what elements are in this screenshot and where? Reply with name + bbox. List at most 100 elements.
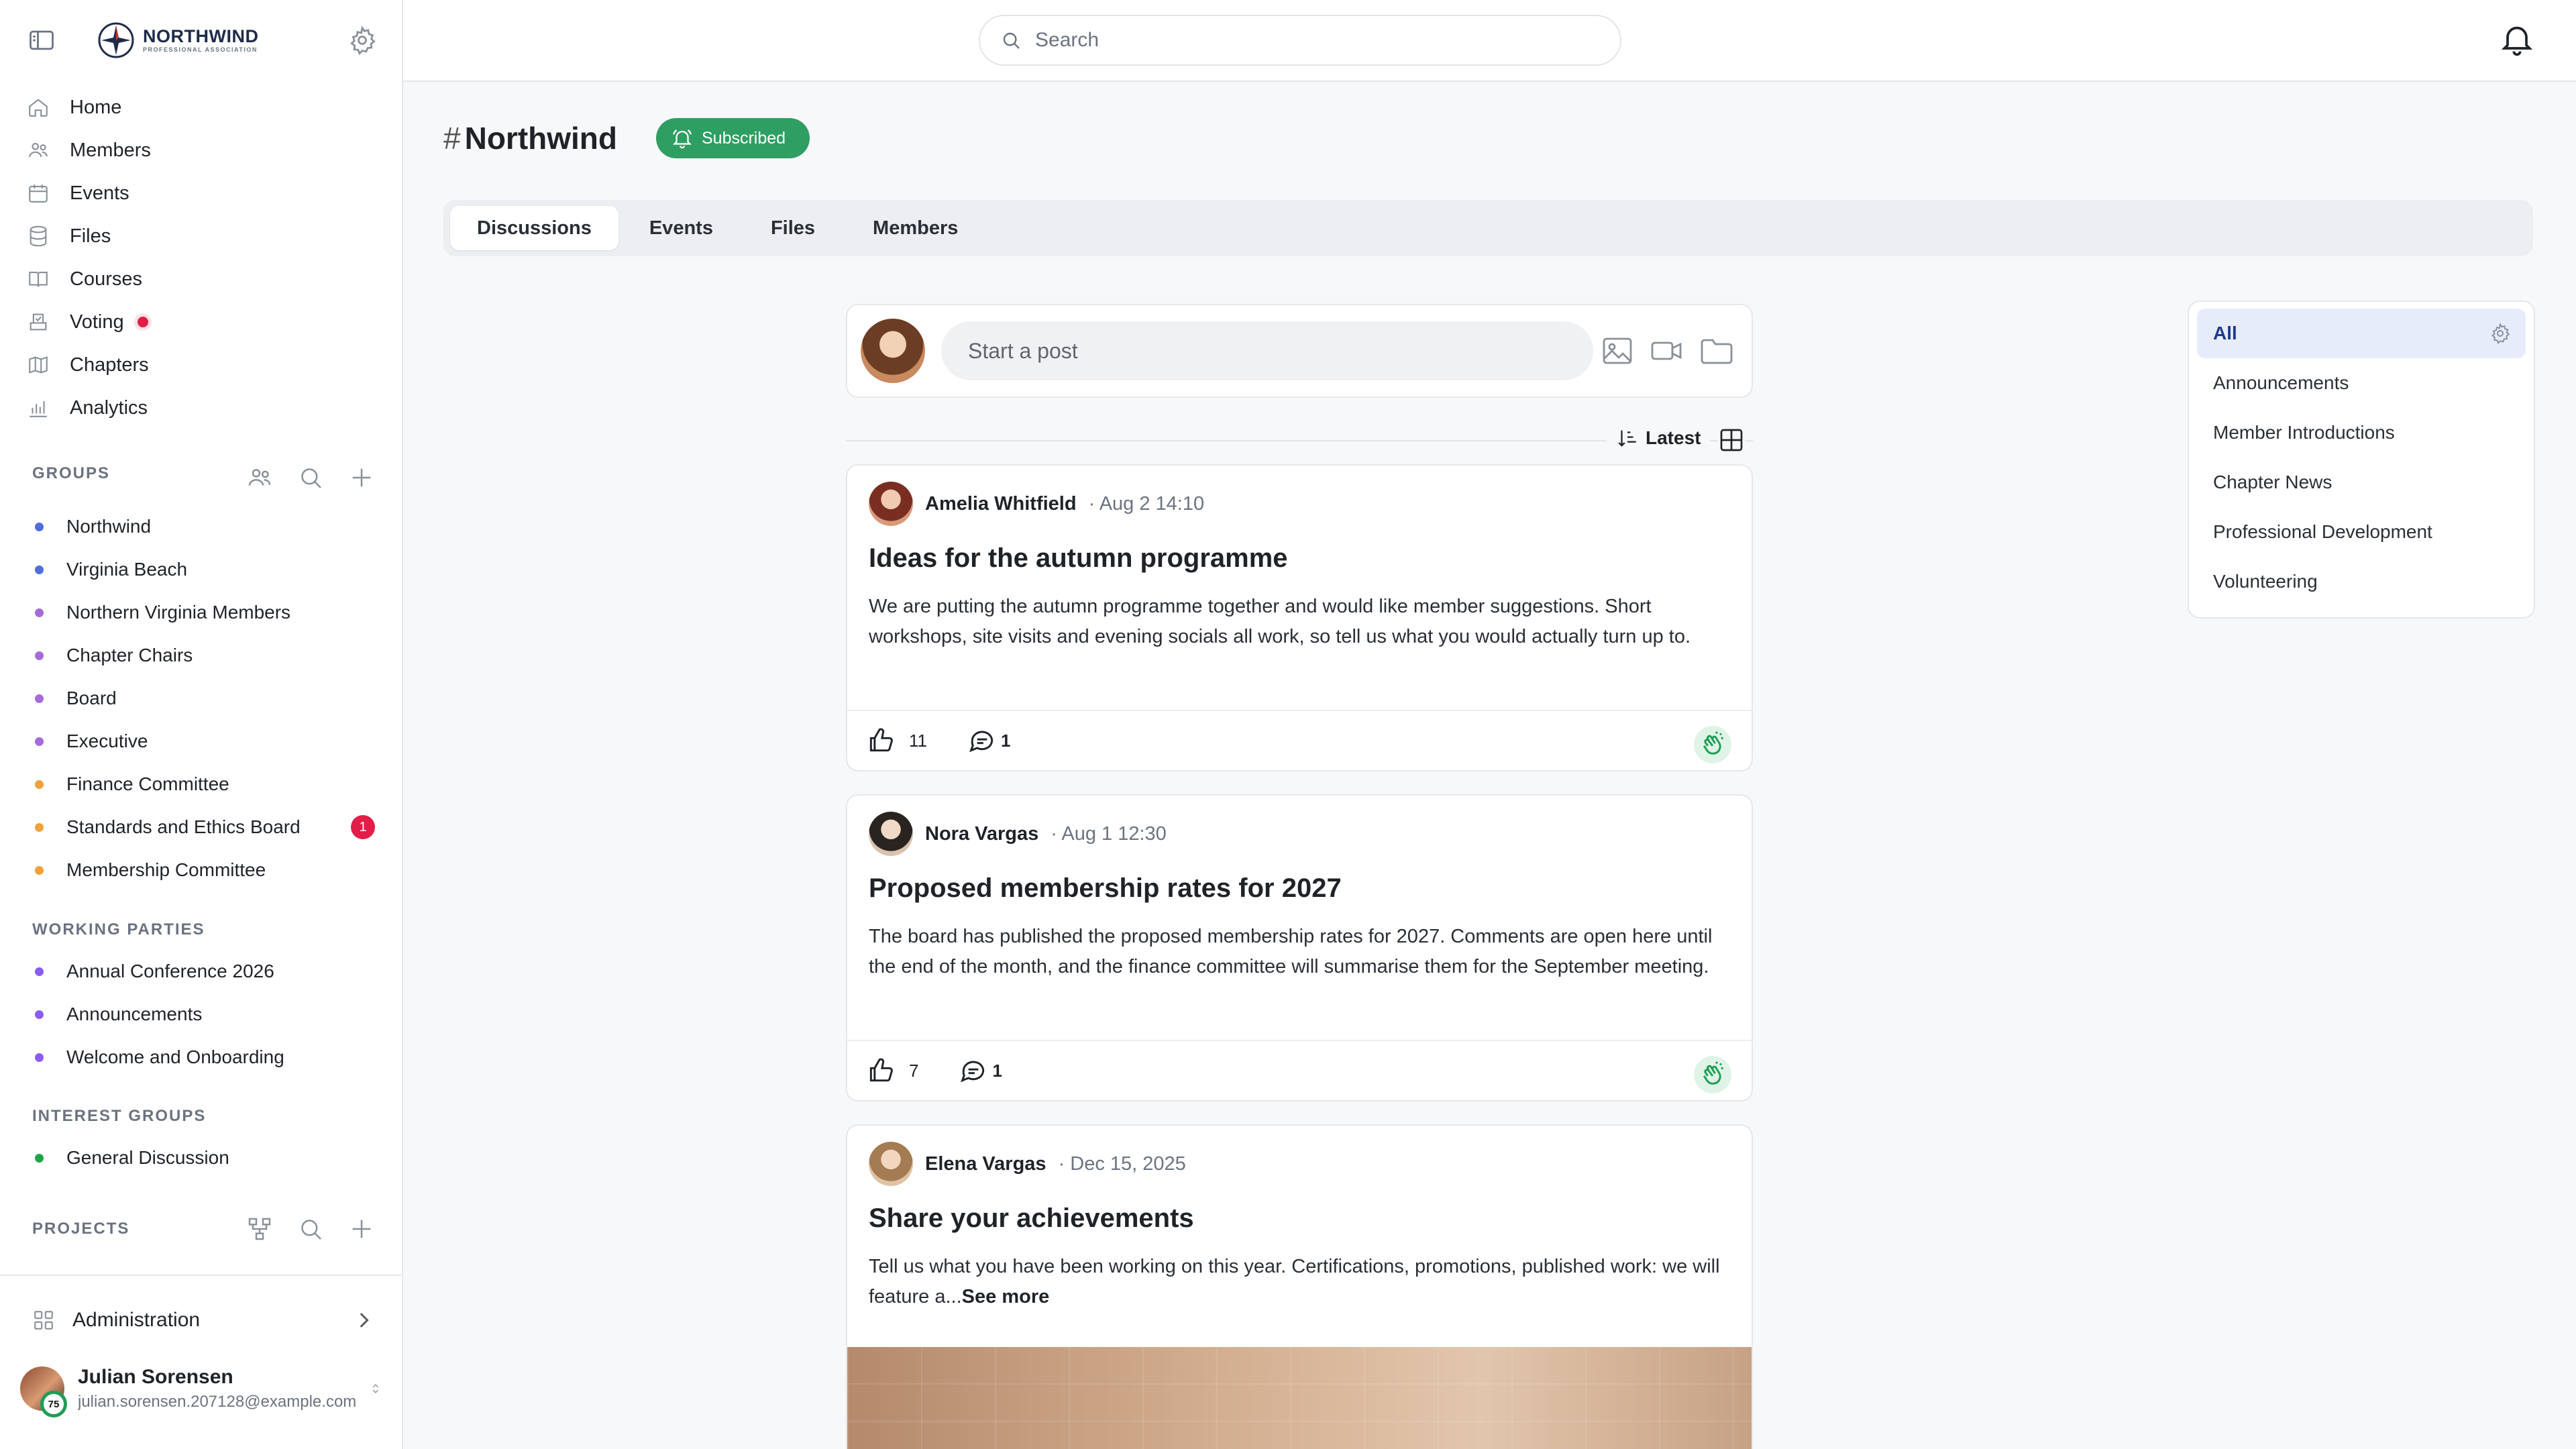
- plus-icon[interactable]: [348, 464, 375, 491]
- nav-item-voting[interactable]: Voting: [27, 301, 375, 343]
- category-all[interactable]: All: [2197, 309, 2526, 358]
- administration-link[interactable]: Administration: [32, 1300, 375, 1340]
- nav-item-home[interactable]: Home: [27, 86, 375, 129]
- group-item[interactable]: General Discussion: [35, 1136, 375, 1179]
- nav-item-courses[interactable]: Courses: [27, 258, 375, 301]
- post-body: Tell us what you have been working on th…: [869, 1256, 1720, 1307]
- see-more-link[interactable]: See more: [962, 1286, 1050, 1307]
- user-account-switcher[interactable]: 75 Julian Sorensen julian.sorensen.20712…: [20, 1362, 382, 1417]
- group-item[interactable]: Announcements: [35, 993, 375, 1036]
- clap-reaction-button[interactable]: [1694, 1056, 1731, 1093]
- comment-icon[interactable]: [959, 1056, 988, 1085]
- thumbs-up-icon[interactable]: [866, 726, 896, 755]
- nav-item-files[interactable]: Files: [27, 215, 375, 258]
- category-announcements[interactable]: Announcements: [2197, 358, 2526, 408]
- database-icon: [30, 225, 47, 247]
- group-item[interactable]: Northwind: [35, 505, 375, 548]
- user-name: Julian Sorensen: [78, 1366, 233, 1388]
- user-avatar: 75: [20, 1366, 67, 1417]
- group-item[interactable]: Virginia Beach: [35, 548, 375, 591]
- group-color-dot: [35, 737, 44, 746]
- group-item[interactable]: Board: [35, 677, 375, 720]
- user-score-badge: 75: [40, 1391, 67, 1417]
- group-color-dot: [35, 522, 44, 531]
- channel-title: Northwind: [464, 121, 617, 156]
- tab-discussions[interactable]: Discussions: [450, 206, 619, 250]
- author-avatar[interactable]: [869, 482, 913, 526]
- group-item[interactable]: Membership Committee: [35, 849, 375, 892]
- group-label: Membership Committee: [66, 859, 266, 880]
- settings-gear-icon[interactable]: [347, 25, 377, 55]
- group-item[interactable]: Standards and Ethics Board 1: [35, 806, 375, 849]
- nav-item-analytics[interactable]: Analytics: [27, 386, 375, 429]
- post-author[interactable]: Amelia Whitfield: [925, 493, 1077, 515]
- thumbs-up-icon[interactable]: [866, 1056, 896, 1085]
- projects-tools: [246, 1216, 375, 1242]
- post-card[interactable]: Amelia Whitfield · Aug 2 14:10 Ideas for…: [846, 464, 1753, 771]
- post-image[interactable]: [847, 1347, 1752, 1449]
- author-avatar[interactable]: [869, 812, 913, 856]
- nav-item-members[interactable]: Members: [27, 129, 375, 172]
- clap-reaction-button[interactable]: [1694, 726, 1731, 763]
- group-label: Northern Virginia Members: [66, 602, 291, 623]
- unread-badge: 1: [351, 815, 375, 839]
- post-title[interactable]: Proposed membership rates for 2027: [869, 873, 1342, 904]
- search-icon[interactable]: [297, 1216, 324, 1242]
- layout-grid-icon[interactable]: [1718, 427, 1745, 453]
- post-title[interactable]: Ideas for the autumn programme: [869, 543, 1288, 574]
- post-author[interactable]: Nora Vargas: [925, 823, 1038, 845]
- search-icon[interactable]: [297, 464, 324, 491]
- group-item[interactable]: Welcome and Onboarding: [35, 1036, 375, 1079]
- people-icon[interactable]: [246, 464, 273, 491]
- notifications-bell-icon[interactable]: [2498, 20, 2536, 58]
- plus-icon[interactable]: [348, 1216, 375, 1242]
- post-actions: 7 1: [847, 1040, 1752, 1100]
- category-professional-development[interactable]: Professional Development: [2197, 507, 2526, 557]
- dashboard-grid-icon: [34, 1311, 53, 1330]
- folder-icon[interactable]: [1699, 335, 1734, 367]
- group-item[interactable]: Executive: [35, 720, 375, 763]
- administration-label: Administration: [72, 1309, 201, 1331]
- post-timestamp: · Aug 1 12:30: [1051, 822, 1167, 845]
- nav-item-events[interactable]: Events: [27, 172, 375, 215]
- tab-events[interactable]: Events: [623, 206, 740, 250]
- group-label: Finance Committee: [66, 773, 229, 794]
- logo[interactable]: NORTHWIND PROFESSIONAL ASSOCIATION: [97, 21, 258, 59]
- group-item[interactable]: Chapter Chairs: [35, 634, 375, 677]
- nav-item-chapters[interactable]: Chapters: [27, 343, 375, 386]
- group-color-dot: [35, 822, 44, 832]
- sidebar-toggle-icon[interactable]: [27, 25, 56, 55]
- author-avatar[interactable]: [869, 1142, 913, 1186]
- post-author[interactable]: Elena Vargas: [925, 1153, 1046, 1175]
- search-bar[interactable]: Search: [979, 15, 1621, 66]
- post-title[interactable]: Share your achievements: [869, 1203, 1194, 1234]
- nav-label: Home: [70, 96, 122, 118]
- sort-label: Latest: [1646, 427, 1701, 448]
- tab-members[interactable]: Members: [846, 206, 985, 250]
- post-card[interactable]: Elena Vargas · Dec 15, 2025 Share your a…: [846, 1124, 1753, 1449]
- category-member-introductions[interactable]: Member Introductions: [2197, 408, 2526, 458]
- map-icon: [29, 356, 48, 374]
- post-card[interactable]: Nora Vargas · Aug 1 12:30 Proposed membe…: [846, 794, 1753, 1102]
- group-item[interactable]: Finance Committee: [35, 763, 375, 806]
- user-email: julian.sorensen.207128@example.com: [78, 1393, 357, 1411]
- hierarchy-icon[interactable]: [246, 1216, 273, 1242]
- settings-gear-icon[interactable]: [2489, 323, 2511, 344]
- start-post-input[interactable]: Start a post: [941, 321, 1593, 380]
- group-item[interactable]: Northern Virginia Members: [35, 591, 375, 634]
- video-icon[interactable]: [1650, 335, 1684, 367]
- comment-icon[interactable]: [967, 726, 997, 755]
- group-label: Welcome and Onboarding: [66, 1046, 284, 1067]
- nav-label: Files: [70, 225, 111, 247]
- category-volunteering[interactable]: Volunteering: [2197, 557, 2526, 606]
- group-label: Northwind: [66, 516, 152, 537]
- category-chapter-news[interactable]: Chapter News: [2197, 458, 2526, 507]
- sort-latest-button[interactable]: Latest: [1607, 427, 1711, 449]
- image-icon[interactable]: [1600, 335, 1635, 367]
- group-item[interactable]: Annual Conference 2026: [35, 950, 375, 993]
- tab-files[interactable]: Files: [744, 206, 842, 250]
- subscribed-button[interactable]: Subscribed: [656, 118, 810, 158]
- subscribed-label: Subscribed: [702, 128, 786, 148]
- group-color-dot: [35, 1053, 44, 1062]
- nav-label: Chapters: [70, 354, 149, 376]
